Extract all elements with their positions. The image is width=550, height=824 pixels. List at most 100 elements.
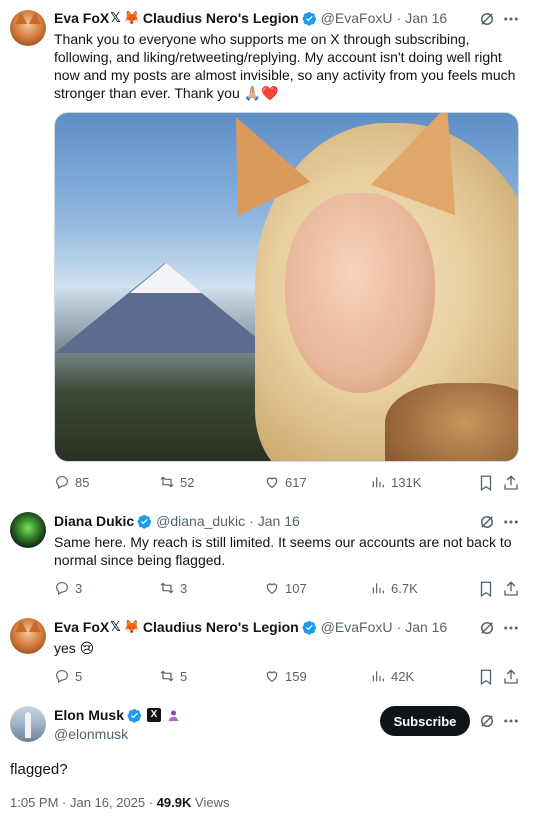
grok-icon[interactable]: [478, 513, 496, 531]
timestamp[interactable]: Jan 16: [405, 10, 447, 26]
like-button[interactable]: 159: [264, 668, 307, 684]
heart-icon: [266, 671, 278, 683]
views-chart-icon: [372, 583, 384, 594]
views-chart-icon: [372, 671, 384, 682]
subscribe-button[interactable]: Subscribe: [380, 706, 470, 736]
views-chart-icon: [372, 477, 384, 488]
views-button[interactable]: 6.7K: [370, 580, 418, 596]
fox-emoji: 🦊: [123, 619, 140, 634]
display-name[interactable]: Elon Musk: [54, 707, 124, 723]
tweet-header: Elon Musk X: [54, 707, 181, 723]
repost-count: 52: [180, 474, 195, 490]
like-count: 159: [285, 668, 307, 684]
timestamp[interactable]: Jan 16: [258, 513, 300, 529]
x-logo-text: 𝕏: [110, 619, 121, 634]
verified-badge-icon: [127, 708, 142, 723]
views-button[interactable]: 131K: [370, 474, 421, 490]
fox-emoji: 🦊: [123, 10, 140, 25]
more-options-icon[interactable]: [502, 619, 520, 637]
heart-icon: [266, 477, 278, 489]
more-options-icon[interactable]: [502, 10, 520, 28]
bookmark-icon[interactable]: [477, 580, 495, 598]
avatar[interactable]: [10, 706, 46, 742]
reply-count: 3: [75, 580, 83, 596]
tweet-header: Eva FoX 𝕏 🦊 Claudius Nero's Legion @EvaF…: [54, 10, 447, 26]
verified-badge-icon: [137, 514, 152, 529]
mountain-snow-shape: [130, 263, 202, 293]
repost-button[interactable]: 5: [159, 668, 187, 684]
tweet-actions: 3 3 107 6.7K: [54, 580, 519, 598]
like-count: 107: [285, 580, 307, 596]
tweet-header: Eva FoX 𝕏 🦊 Claudius Nero's Legion @EvaF…: [54, 619, 447, 635]
dot-separator: ·: [249, 513, 254, 529]
handle[interactable]: @elonmusk: [54, 726, 128, 742]
view-count: 49.9K: [156, 795, 192, 810]
tweet-image[interactable]: [54, 112, 519, 462]
repost-icon: [160, 670, 174, 682]
bookmark-icon[interactable]: [477, 474, 495, 492]
avatar[interactable]: [10, 10, 46, 46]
tweet-actions: 85 52 617 131K: [54, 474, 519, 492]
dot-separator: ·: [396, 619, 402, 635]
reply-icon: [56, 670, 68, 684]
x-affiliate-badge: X: [147, 708, 162, 722]
share-icon[interactable]: [502, 668, 520, 686]
handle[interactable]: @diana_dukic: [156, 513, 245, 529]
grok-icon[interactable]: [478, 619, 496, 637]
repost-count: 5: [180, 668, 188, 684]
views-button[interactable]: 42K: [370, 668, 414, 684]
grok-icon[interactable]: [478, 10, 496, 28]
heart-icon: [266, 583, 278, 595]
post-time[interactable]: 1:05 PM · Jan 16, 2025 ·: [10, 795, 157, 810]
tweet-meta: 1:05 PM · Jan 16, 2025 · 49.9K Views: [10, 795, 229, 810]
display-name[interactable]: Eva FoX: [54, 10, 109, 26]
fur-collar-shape: [385, 383, 518, 461]
views-count: 42K: [391, 668, 415, 684]
avatar[interactable]: [10, 512, 46, 548]
x-logo-text: 𝕏: [110, 10, 121, 25]
dot-separator: ·: [396, 10, 402, 26]
repost-icon: [160, 582, 174, 594]
repost-icon: [160, 476, 174, 488]
handle[interactable]: @EvaFoxU: [321, 619, 393, 635]
community-name[interactable]: Claudius Nero's Legion: [143, 10, 299, 26]
reply-icon: [56, 582, 68, 596]
tweet-actions: 5 5 159 42K: [54, 668, 519, 686]
reply-icon: [56, 476, 68, 490]
face-shape: [285, 193, 435, 393]
share-icon[interactable]: [502, 474, 520, 492]
repost-button[interactable]: 3: [159, 580, 187, 596]
like-button[interactable]: 617: [264, 474, 307, 490]
timestamp[interactable]: Jan 16: [405, 619, 447, 635]
reply-button[interactable]: 5: [54, 668, 82, 684]
bookmark-icon[interactable]: [477, 668, 495, 686]
like-button[interactable]: 107: [264, 580, 307, 596]
reply-count: 85: [75, 474, 90, 490]
repost-count: 3: [180, 580, 188, 596]
views-label: Views: [191, 795, 230, 810]
handle[interactable]: @EvaFoxU: [321, 10, 393, 26]
reply-button[interactable]: 85: [54, 474, 89, 490]
avatar[interactable]: [10, 618, 46, 654]
verified-badge-icon: [302, 620, 316, 635]
display-name[interactable]: Eva FoX: [54, 619, 109, 635]
tweet-text: Thank you to everyone who supports me on…: [54, 31, 516, 101]
more-options-icon[interactable]: [502, 513, 520, 531]
repost-button[interactable]: 52: [159, 474, 194, 490]
more-options-icon[interactable]: [502, 712, 520, 730]
grok-icon[interactable]: [478, 712, 496, 730]
tweet-text: Same here. My reach is still limited. It…: [54, 534, 512, 568]
community-name[interactable]: Claudius Nero's Legion: [143, 619, 299, 635]
like-count: 617: [285, 474, 307, 490]
government-badge-icon: [168, 710, 179, 721]
verified-badge-icon: [302, 11, 316, 26]
share-icon[interactable]: [502, 580, 520, 598]
tweet-text: yes 😢: [54, 640, 95, 656]
views-count: 131K: [391, 474, 422, 490]
display-name[interactable]: Diana Dukic: [54, 513, 134, 529]
reply-button[interactable]: 3: [54, 580, 82, 596]
views-count: 6.7K: [391, 580, 418, 596]
tweet-header: Diana Dukic @diana_dukic · Jan 16: [54, 513, 300, 529]
tweet-text: flagged?: [10, 761, 68, 778]
reply-count: 5: [75, 668, 83, 684]
